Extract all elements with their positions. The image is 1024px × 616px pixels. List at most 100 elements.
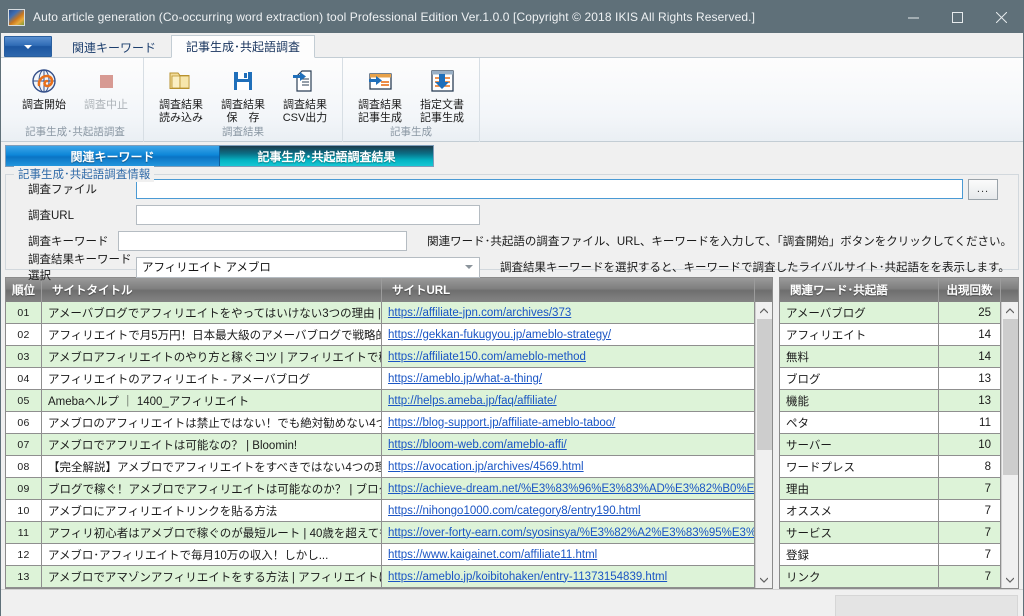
- scroll-down-icon[interactable]: [756, 571, 773, 588]
- cell-site-title: アメブロでアマゾンアフィリエイトをする方法 | アフィリエイトは厳しい！やめ .…: [42, 565, 382, 588]
- cell-site-url[interactable]: https://avocation.jp/archives/4569.html: [382, 455, 755, 478]
- quick-access-dropdown-button[interactable]: [4, 36, 52, 57]
- table-row[interactable]: 10 アメブロにアフィリエイトリンクを貼る方法 https://nihongo100…: [6, 499, 755, 522]
- ribbon-group-investigation-label: 記事生成･共起語調査: [25, 126, 125, 138]
- cell-site-url[interactable]: https://affiliate-jpn.com/archives/373: [382, 302, 755, 324]
- results-scroll-track[interactable]: [756, 319, 773, 571]
- table-row[interactable]: 11アフィリ初心者はアメブロで稼ぐのが最短ルート | 40歳を超えても副業で .…: [6, 521, 755, 544]
- table-row[interactable]: 09ブログで稼ぐ！アメブロでアフィリエイトは可能なのか？ | ブログで稼ぐ ..…: [6, 477, 755, 500]
- table-row[interactable]: 04 アフィリエイトのアフィリエイト - アメーバブログ https://amebl…: [6, 367, 755, 390]
- start-investigation-button[interactable]: 調査開始: [13, 62, 75, 112]
- table-row[interactable]: 12 アメブロ･アフィリエイトで毎月10万の収入！しかし... https://ww…: [6, 543, 755, 566]
- scroll-down-icon[interactable]: [1002, 571, 1019, 588]
- keywords-scroll-track[interactable]: [1002, 319, 1019, 571]
- keyword-input[interactable]: [118, 231, 408, 251]
- close-button[interactable]: [979, 1, 1023, 33]
- investigation-info-groupbox: 記事生成･共起語調査情報 調査ファイル ... 調査URL 調査キーワード 関連…: [5, 166, 1019, 282]
- table-row[interactable]: 07 アメブロでアフリエイトは可能なの？ | Bloomin! https://bl…: [6, 433, 755, 456]
- list-item[interactable]: アメーバブログ 25: [780, 302, 1001, 324]
- list-item[interactable]: 理由 7: [780, 477, 1001, 500]
- cell-keyword: 登録: [780, 543, 939, 566]
- minimize-button[interactable]: [891, 1, 935, 33]
- result-keyword-select[interactable]: アフィリエイト アメブロ: [136, 256, 480, 278]
- save-results-button[interactable]: 調査結果 保 存: [212, 62, 274, 125]
- results-grid-scrollbar[interactable]: [755, 302, 772, 588]
- main-content: 関連キーワード 記事生成･共起語調査結果 記事生成･共起語調査情報 調査ファイル…: [1, 142, 1023, 589]
- list-item[interactable]: ワードプレス 8: [780, 455, 1001, 478]
- list-item[interactable]: サーバー 10: [780, 433, 1001, 456]
- cell-site-title: アメブロ･アフィリエイトで毎月10万の収入！しかし...: [42, 543, 382, 566]
- stop-investigation-button[interactable]: 調査中止: [75, 62, 137, 112]
- cell-keyword: 機能: [780, 389, 939, 412]
- list-item[interactable]: ブログ 13: [780, 367, 1001, 390]
- keywords-scroll-thumb[interactable]: [1002, 319, 1018, 476]
- cell-keyword: サーバー: [780, 433, 939, 456]
- results-grid-rows: 01アメーバブログでアフィリエイトをやってはいけない3つの理由 | アフィリエイ…: [6, 302, 755, 588]
- cell-site-url[interactable]: https://affiliate150.com/ameblo-method: [382, 345, 755, 368]
- table-row[interactable]: 06アメブロのアフィリエイトは禁止ではない！でも絶対勧めない4つの理由https…: [6, 411, 755, 434]
- cell-site-url[interactable]: http://helps.ameba.jp/faq/affiliate/: [382, 389, 755, 412]
- scroll-up-icon[interactable]: [756, 302, 773, 319]
- col-keyword[interactable]: 関連ワード･共起語: [780, 278, 939, 302]
- cell-site-url[interactable]: https://www.kaigainet.com/affiliate11.ht…: [382, 543, 755, 566]
- cell-rank: 05: [6, 389, 42, 412]
- export-csv-button[interactable]: 調査結果 CSV出力: [274, 62, 336, 125]
- cell-count: 25: [939, 302, 1001, 324]
- cell-keyword: 無料: [780, 345, 939, 368]
- list-item[interactable]: 機能 13: [780, 389, 1001, 412]
- table-row[interactable]: 08 【完全解説】アメブロでアフィリエイトをすべきではない4つの理由 ... htt…: [6, 455, 755, 478]
- generate-from-results-label-line1: 調査結果: [358, 99, 402, 111]
- section-tab-related-keywords[interactable]: 関連キーワード: [6, 146, 220, 166]
- list-item[interactable]: サービス 7: [780, 521, 1001, 544]
- file-input[interactable]: [136, 179, 963, 199]
- list-item[interactable]: 登録 7: [780, 543, 1001, 566]
- col-site-url[interactable]: サイトURL: [382, 278, 755, 302]
- cell-site-title: アフィリ初心者はアメブロで稼ぐのが最短ルート | 40歳を超えても副業で ...: [42, 521, 382, 544]
- list-item[interactable]: アフィリエイト 14: [780, 323, 1001, 346]
- table-row[interactable]: 02アフィリエイトで月5万円！日本最大級のアメーバブログで戦略的に稼ぐhttps…: [6, 323, 755, 346]
- maximize-button[interactable]: [935, 1, 979, 33]
- list-item[interactable]: 無料 14: [780, 345, 1001, 368]
- table-row[interactable]: 01アメーバブログでアフィリエイトをやってはいけない3つの理由 | アフィリエイ…: [6, 302, 755, 324]
- ribbon-tab-related-keywords[interactable]: 関連キーワード: [57, 36, 171, 58]
- generate-from-document-label-line1: 指定文書: [420, 99, 464, 111]
- start-investigation-label: 調査開始: [22, 99, 66, 111]
- list-item[interactable]: ペタ 11: [780, 411, 1001, 434]
- document-export-icon: [290, 65, 320, 97]
- keywords-grid-scrollbar[interactable]: [1001, 302, 1018, 588]
- app-icon: [8, 8, 25, 26]
- cell-site-url[interactable]: https://ameblo.jp/what-a-thing/: [382, 367, 755, 390]
- generate-from-results-button[interactable]: 調査結果 記事生成: [349, 62, 411, 125]
- cell-rank: 01: [6, 302, 42, 324]
- cell-rank: 11: [6, 521, 42, 544]
- cell-site-url[interactable]: https://achieve-dream.net/%E3%83%96%E3%8…: [382, 477, 755, 500]
- list-item[interactable]: リンク 7: [780, 565, 1001, 588]
- cell-site-url[interactable]: https://bloom-web.com/ameblo-affi/: [382, 433, 755, 456]
- cell-site-url[interactable]: https://ameblo.jp/koibitohaken/entry-113…: [382, 565, 755, 588]
- cell-site-url[interactable]: https://gekkan-fukugyou.jp/ameblo-strate…: [382, 323, 755, 346]
- cell-site-title: アメブロにアフィリエイトリンクを貼る方法: [42, 499, 382, 522]
- table-row[interactable]: 03アメブロアフィリエイトのやり方と稼ぐコツ | アフィリエイトで稼ぐ方法を全部…: [6, 345, 755, 368]
- table-row[interactable]: 13アメブロでアマゾンアフィリエイトをする方法 | アフィリエイトは厳しい！やめ…: [6, 565, 755, 588]
- list-item[interactable]: オススメ 7: [780, 499, 1001, 522]
- status-progress-box: [835, 595, 1018, 616]
- generate-from-document-button[interactable]: 指定文書 記事生成: [411, 62, 473, 125]
- scroll-up-icon[interactable]: [1002, 302, 1019, 319]
- cell-rank: 03: [6, 345, 42, 368]
- results-scroll-thumb[interactable]: [756, 319, 772, 451]
- url-input[interactable]: [136, 205, 480, 225]
- table-row[interactable]: 05 Amebaヘルプ ｜ 1400_アフィリエイト http://helps.am…: [6, 389, 755, 412]
- load-results-button[interactable]: 調査結果 読み込み: [150, 62, 212, 125]
- col-count[interactable]: 出現回数: [939, 278, 1001, 302]
- cell-site-url[interactable]: https://nihongo1000.com/category8/entry1…: [382, 499, 755, 522]
- cell-site-url[interactable]: https://over-forty-earn.com/syosinsya/%E…: [382, 521, 755, 544]
- ribbon-tab-article-generation[interactable]: 記事生成･共起語調査: [171, 35, 316, 58]
- ribbon-group-investigation: 調査開始 調査中止 記事生成･共起語調査: [7, 58, 144, 142]
- browse-file-button[interactable]: ...: [968, 178, 998, 200]
- form-row-result-keyword: 調査結果キーワード選択 アフィリエイト アメブロ 調査結果キーワードを選択すると…: [12, 254, 1012, 282]
- ribbon-tab-strip: 関連キーワード 記事生成･共起語調査: [1, 33, 1023, 58]
- cell-site-url[interactable]: https://blog-support.jp/affiliate-ameblo…: [382, 411, 755, 434]
- stop-square-icon: [91, 65, 121, 97]
- section-tab-investigation-results[interactable]: 記事生成･共起語調査結果: [220, 146, 433, 166]
- cell-site-title: Amebaヘルプ ｜ 1400_アフィリエイト: [42, 389, 382, 412]
